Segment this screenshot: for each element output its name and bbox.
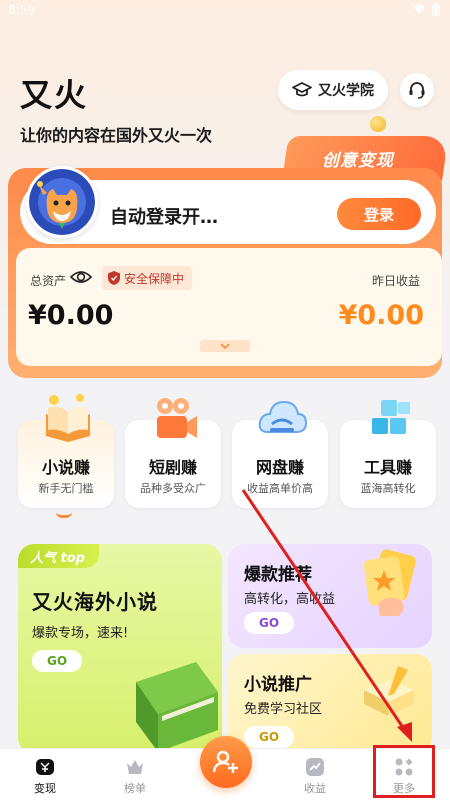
eye-icon[interactable] (70, 268, 92, 286)
app-title: 又火 (20, 76, 89, 114)
category-tools[interactable]: 工具赚 蓝海高转化 (340, 400, 436, 508)
nav-ranking[interactable]: 榜单 (100, 749, 170, 800)
chevron-down-icon (220, 343, 230, 349)
film-camera-icon (157, 398, 197, 438)
go-button[interactable]: GO (244, 612, 294, 634)
status-bar: 8:59 (0, 0, 450, 22)
category-cloud-drive[interactable]: 网盘赚 收益高单价高 (232, 400, 328, 508)
cloud-icon (258, 400, 308, 433)
banner-title: 小说推广 (244, 675, 312, 695)
category-name: 工具赚 (363, 458, 412, 477)
login-button[interactable]: 登录 (337, 198, 421, 230)
category-sub: 收益高单价高 (247, 482, 313, 495)
academy-button[interactable]: 又火学院 (278, 70, 388, 110)
banner-title: 爆款推荐 (244, 565, 312, 585)
banner-subtitle: 高转化，高收益 (244, 592, 336, 607)
category-sub: 品种多受众广 (140, 482, 206, 495)
nav-monetize[interactable]: 变现 (10, 749, 80, 800)
cat-avatar-icon (29, 169, 95, 235)
wallet-icon (36, 759, 54, 775)
banner-subtitle: 爆款专场，速来! (32, 626, 129, 641)
banner-subtitle: 免费学习社区 (244, 702, 323, 717)
user-plus-icon (212, 750, 238, 773)
coin-decoration (370, 116, 386, 132)
academy-label: 又火学院 (318, 83, 374, 99)
battery-icon (432, 3, 440, 16)
hot-recommend-banner[interactable]: 爆款推荐 高转化，高收益 GO (228, 544, 432, 648)
safety-badge: 安全保障中 (102, 266, 193, 290)
blocks-icon (372, 400, 410, 434)
category-drama[interactable]: 短剧赚 品种多受众广 (125, 398, 221, 508)
add-creator-button[interactable] (200, 736, 252, 788)
category-name: 网盘赚 (255, 458, 304, 477)
category-sub: 蓝海高转化 (360, 482, 416, 495)
yesterday-earnings-label: 昨日收益 (371, 274, 420, 288)
category-sub: 新手无门槛 (38, 482, 94, 495)
banner-title: 又火海外小说 (32, 590, 158, 614)
star-cards-icon (363, 549, 416, 616)
category-name: 小说赚 (41, 458, 90, 477)
avatar[interactable] (26, 166, 98, 238)
promo-tag-text: 创意变现 (321, 151, 394, 171)
yesterday-earnings-value: ¥0.00 (338, 300, 424, 331)
crown-icon (127, 760, 143, 774)
wifi-icon (413, 4, 425, 14)
trend-icon (306, 758, 324, 776)
active-indicator (56, 512, 72, 518)
safety-badge-label: 安全保障中 (124, 271, 185, 286)
go-button[interactable]: GO (244, 726, 294, 748)
auto-login-text: 自动登录开… (110, 207, 218, 228)
green-book-icon (136, 662, 218, 752)
category-novel[interactable]: 小说赚 新手无门槛 (18, 394, 114, 508)
total-assets-label: 总资产 (30, 274, 67, 288)
status-icons (412, 3, 440, 16)
nav-earnings[interactable]: 收益 (280, 749, 350, 800)
expand-toggle[interactable] (200, 340, 250, 352)
popular-tag: 人气 top (18, 544, 99, 568)
shield-icon (108, 271, 120, 285)
novel-promotion-banner[interactable]: 小说推广 免费学习社区 GO (228, 654, 432, 754)
nav-label: 收益 (304, 782, 326, 795)
headset-icon (409, 82, 425, 99)
total-assets-value: ¥0.00 (28, 300, 114, 331)
customer-service-button[interactable] (400, 73, 434, 107)
open-book-icon (46, 394, 90, 442)
category-name: 短剧赚 (148, 458, 197, 477)
nav-label: 变现 (34, 782, 56, 795)
app-subtitle: 让你的内容在国外又火一次 (20, 126, 213, 145)
status-time: 8:59 (8, 3, 35, 17)
overseas-novel-banner[interactable]: 人气 top 又火海外小说 爆款专场，速来! GO (18, 544, 222, 754)
nav-label: 榜单 (124, 782, 146, 795)
book-pen-icon (364, 666, 414, 716)
graduation-cap-icon (292, 82, 312, 97)
annotation-highlight-box (373, 745, 435, 798)
go-button[interactable]: GO (32, 650, 82, 672)
